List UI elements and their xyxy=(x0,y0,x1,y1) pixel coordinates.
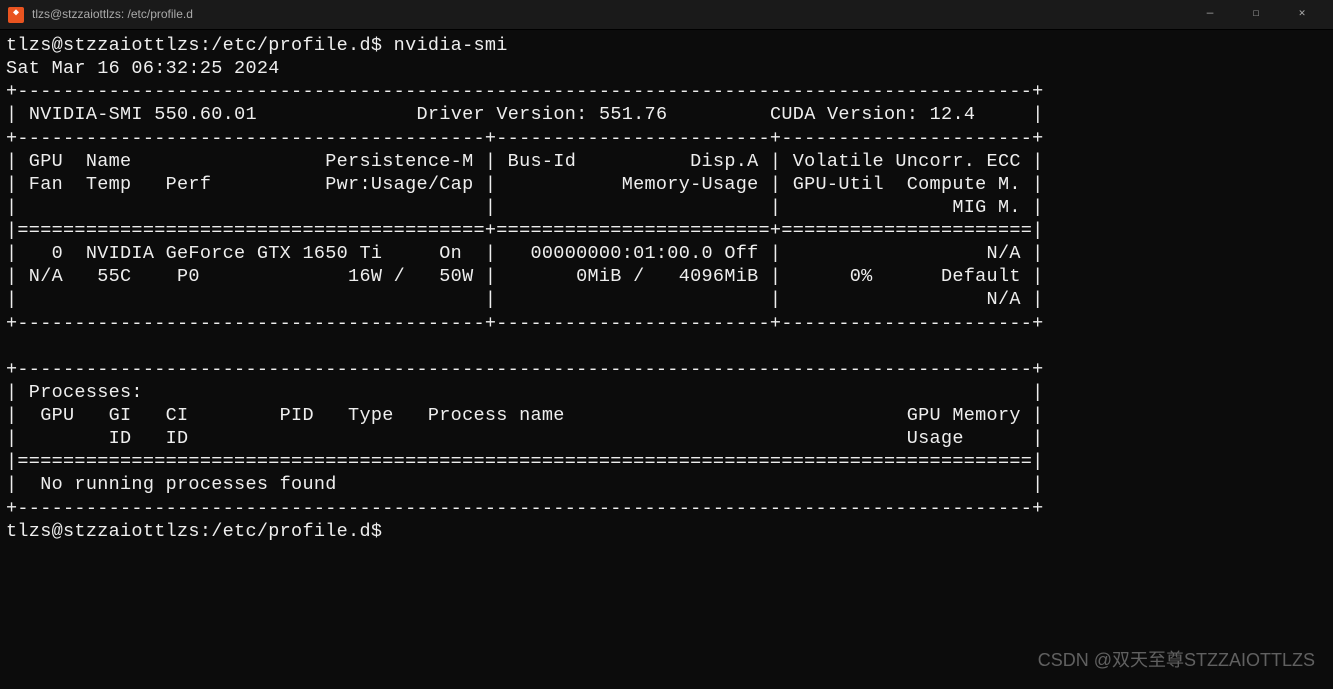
terminal-output[interactable]: tlzs@stzzaiottlzs:/etc/profile.d$ nvidia… xyxy=(0,30,1333,547)
proc-border-bottom: +---------------------------------------… xyxy=(6,498,1044,519)
proc-none: | No running processes found | xyxy=(6,474,1044,495)
col-header-3: | | | MIG M. | xyxy=(6,197,1044,218)
window-controls: — ☐ ✕ xyxy=(1187,0,1325,30)
header-line: | NVIDIA-SMI 550.60.01 Driver Version: 5… xyxy=(6,104,1044,125)
command-text: nvidia-smi xyxy=(394,35,508,56)
titlebar: ◆ tlzs@stzzaiottlzs: /etc/profile.d — ☐ … xyxy=(0,0,1333,30)
minimize-button[interactable]: — xyxy=(1187,0,1233,30)
col-header-1: | GPU Name Persistence-M | Bus-Id Disp.A… xyxy=(6,151,1044,172)
ubuntu-icon: ◆ xyxy=(8,7,24,23)
border-sep-bottom: +---------------------------------------… xyxy=(6,313,1044,334)
border-eq: |=======================================… xyxy=(6,220,1044,241)
proc-border-top: +---------------------------------------… xyxy=(6,359,1044,380)
watermark: CSDN @双天至尊STZZAIOTTLZS xyxy=(1038,649,1315,672)
proc-header-1: | Processes: | xyxy=(6,382,1044,403)
timestamp: Sat Mar 16 06:32:25 2024 xyxy=(6,58,280,79)
window-title: tlzs@stzzaiottlzs: /etc/profile.d xyxy=(32,7,193,22)
gpu-row-2: | N/A 55C P0 16W / 50W | 0MiB / 4096MiB … xyxy=(6,266,1044,287)
proc-border-eq: |=======================================… xyxy=(6,451,1044,472)
border-top: +---------------------------------------… xyxy=(6,81,1044,102)
proc-header-3: | ID ID Usage | xyxy=(6,428,1044,449)
maximize-button[interactable]: ☐ xyxy=(1233,0,1279,30)
close-button[interactable]: ✕ xyxy=(1279,0,1325,30)
gpu-row-3: | | | N/A | xyxy=(6,289,1044,310)
proc-header-2: | GPU GI CI PID Type Process name GPU Me… xyxy=(6,405,1044,426)
border-sep: +---------------------------------------… xyxy=(6,128,1044,149)
col-header-2: | Fan Temp Perf Pwr:Usage/Cap | Memory-U… xyxy=(6,174,1044,195)
gpu-row-1: | 0 NVIDIA GeForce GTX 1650 Ti On | 0000… xyxy=(6,243,1044,264)
titlebar-left: ◆ tlzs@stzzaiottlzs: /etc/profile.d xyxy=(8,7,193,23)
prompt-line-2: tlzs@stzzaiottlzs:/etc/profile.d$ xyxy=(6,521,394,542)
prompt-line-1: tlzs@stzzaiottlzs:/etc/profile.d$ nvidia… xyxy=(6,35,508,56)
